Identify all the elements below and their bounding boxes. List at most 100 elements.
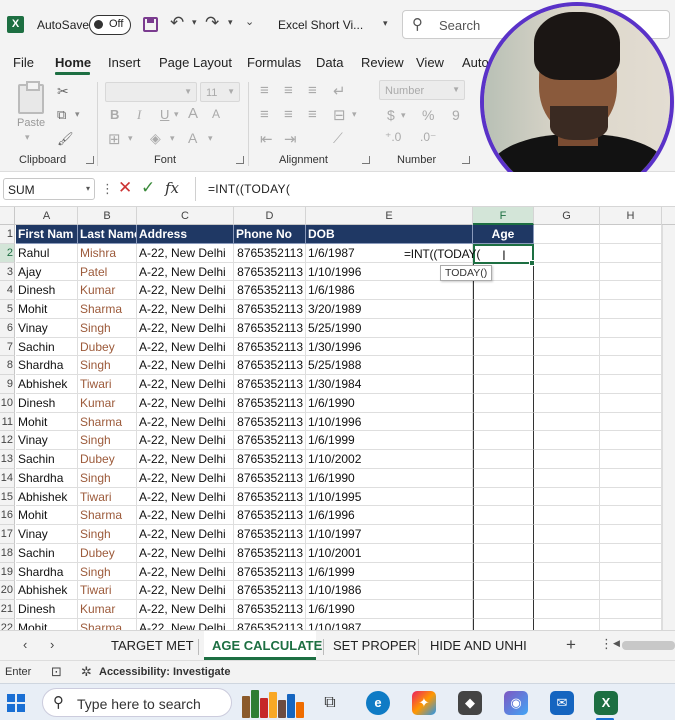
copilot-icon[interactable]: ✦ <box>412 691 436 715</box>
column-header-d[interactable]: D <box>234 207 306 225</box>
empty-cell[interactable] <box>600 431 662 450</box>
table-cell[interactable]: A-22, New Delhi <box>137 318 234 338</box>
table-cell[interactable]: A-22, New Delhi <box>137 356 234 375</box>
table-cell[interactable] <box>306 506 473 525</box>
table-cell[interactable]: A-22, New Delhi <box>137 562 234 582</box>
column-header-g[interactable]: G <box>534 207 600 225</box>
scroll-left-icon[interactable]: ◀ <box>613 638 620 649</box>
row-header[interactable]: 10 <box>0 393 15 413</box>
table-cell[interactable] <box>306 375 473 394</box>
merge-dropdown-icon[interactable]: ▾ <box>352 109 357 120</box>
empty-cell[interactable] <box>534 375 600 394</box>
copy-icon[interactable]: ⧉ <box>57 107 66 123</box>
table-cell[interactable]: Singh <box>78 431 137 450</box>
align-center-icon[interactable]: ≡ <box>284 106 293 123</box>
table-cell[interactable]: A-22, New Delhi <box>137 375 234 394</box>
row-header[interactable]: 5 <box>0 300 15 319</box>
empty-cell[interactable] <box>534 337 600 357</box>
empty-cell[interactable] <box>534 618 600 630</box>
table-cell[interactable] <box>306 600 473 619</box>
row-header[interactable]: 12 <box>0 431 15 450</box>
select-all-corner[interactable] <box>0 207 15 225</box>
age-cell[interactable] <box>473 337 534 357</box>
app-icon[interactable]: ◉ <box>504 691 528 715</box>
undo-icon[interactable]: ↶ <box>170 13 184 33</box>
row-header[interactable]: 22 <box>0 618 15 630</box>
table-cell[interactable] <box>306 487 473 507</box>
customize-toolbar-icon[interactable]: ⌄ <box>245 15 254 28</box>
age-cell[interactable] <box>473 450 534 469</box>
decrease-decimal-icon[interactable]: .0⁻ <box>420 130 436 144</box>
table-cell[interactable] <box>306 337 473 357</box>
table-cell[interactable]: A-22, New Delhi <box>137 506 234 525</box>
table-cell[interactable]: Sharma <box>78 300 137 319</box>
table-cell[interactable]: Abhishek <box>16 487 78 507</box>
age-cell[interactable] <box>473 412 534 432</box>
sheet-tab-set-proper[interactable]: SET PROPER <box>333 638 417 653</box>
align-top-icon[interactable]: ≡ <box>260 82 269 99</box>
table-header-cell[interactable]: Phone No <box>234 225 306 244</box>
table-cell[interactable]: A-22, New Delhi <box>137 337 234 357</box>
paste-dropdown-icon[interactable]: ▾ <box>25 132 30 143</box>
table-cell[interactable]: 8765352113 <box>234 243 306 263</box>
table-cell[interactable]: Vinay <box>16 431 78 450</box>
column-header-f[interactable]: F <box>473 207 534 225</box>
row-header[interactable]: 17 <box>0 525 15 544</box>
empty-cell[interactable] <box>600 487 662 507</box>
table-cell[interactable] <box>306 581 473 600</box>
empty-cell[interactable] <box>534 487 600 507</box>
currency-dropdown-icon[interactable]: ▾ <box>401 110 406 121</box>
tab-view[interactable]: View <box>416 55 444 70</box>
table-cell[interactable] <box>306 525 473 544</box>
table-cell[interactable]: 8765352113 <box>234 412 306 432</box>
table-cell[interactable]: Sharma <box>78 506 137 525</box>
table-cell[interactable]: A-22, New Delhi <box>137 300 234 319</box>
table-cell[interactable]: Mohit <box>16 300 78 319</box>
redo-icon[interactable]: ↷ <box>205 13 219 33</box>
row-header[interactable]: 4 <box>0 281 15 300</box>
fill-handle[interactable] <box>529 259 535 266</box>
tab-review[interactable]: Review <box>361 55 404 70</box>
underline-button[interactable]: U <box>160 107 169 122</box>
prev-sheet-icon[interactable]: ‹ <box>23 637 27 652</box>
font-launcher-icon[interactable] <box>236 156 244 164</box>
enter-check-icon[interactable]: ✓ <box>141 178 155 198</box>
empty-cell[interactable] <box>534 600 600 619</box>
empty-cell[interactable] <box>534 356 600 375</box>
table-cell[interactable]: Shardha <box>16 356 78 375</box>
more-options-icon[interactable]: ⋮ <box>600 636 613 652</box>
row-header[interactable]: 20 <box>0 581 15 600</box>
table-cell[interactable]: Ajay <box>16 262 78 282</box>
font-color-icon[interactable]: A <box>188 130 197 146</box>
sheet-tab-target-met[interactable]: TARGET MET <box>111 638 194 653</box>
table-cell[interactable]: 8765352113 <box>234 356 306 375</box>
empty-cell[interactable] <box>600 393 662 413</box>
clipboard-launcher-icon[interactable] <box>86 156 94 164</box>
table-cell[interactable]: A-22, New Delhi <box>137 281 234 300</box>
empty-cell[interactable] <box>600 375 662 394</box>
font-name-dropdown[interactable]: ▼ <box>105 82 197 102</box>
table-cell[interactable]: Sachin <box>16 450 78 469</box>
table-cell[interactable] <box>306 562 473 582</box>
font-color-dropdown-icon[interactable]: ▾ <box>208 133 213 144</box>
row-header[interactable]: 2 <box>0 243 15 263</box>
table-cell[interactable] <box>306 393 473 413</box>
table-cell[interactable]: Mohit <box>16 412 78 432</box>
table-cell[interactable]: 8765352113 <box>234 487 306 507</box>
more-options-icon[interactable]: ⋮ <box>101 181 114 197</box>
table-cell[interactable]: Singh <box>78 562 137 582</box>
column-header-a[interactable]: A <box>16 207 78 225</box>
task-view-icon[interactable]: ⧉ <box>318 691 342 715</box>
empty-cell[interactable] <box>600 281 662 300</box>
row-header[interactable]: 11 <box>0 412 15 432</box>
table-cell[interactable]: 8765352113 <box>234 468 306 488</box>
table-cell[interactable]: Mishra <box>78 243 137 263</box>
table-cell[interactable]: Singh <box>78 525 137 544</box>
table-cell[interactable]: A-22, New Delhi <box>137 412 234 432</box>
table-header-cell[interactable]: DOB <box>306 225 473 244</box>
table-cell[interactable]: 8765352113 <box>234 375 306 394</box>
table-cell[interactable] <box>306 300 473 319</box>
wrap-text-icon[interactable]: ↵ <box>333 82 346 100</box>
tab-data[interactable]: Data <box>316 55 343 70</box>
table-cell[interactable] <box>306 318 473 338</box>
